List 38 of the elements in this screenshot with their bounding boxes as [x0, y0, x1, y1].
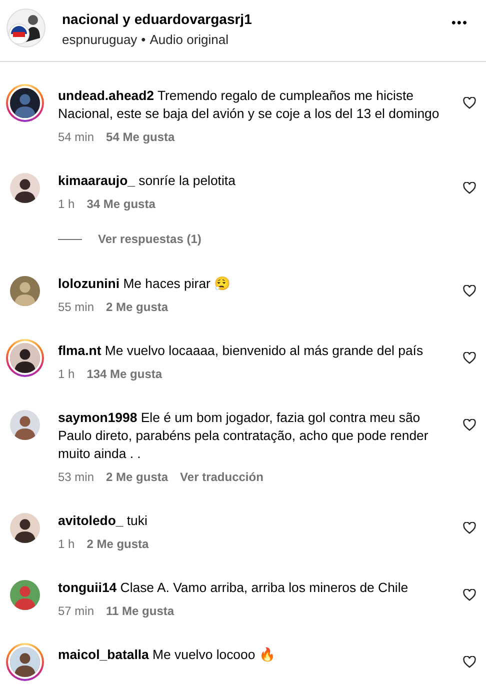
translate-link[interactable]: Ver traducción [180, 469, 264, 485]
likes-count[interactable]: 2 Me gusta [86, 536, 149, 552]
likes-count[interactable]: 54 Me gusta [106, 129, 175, 145]
likes-count[interactable]: 134 Me gusta [86, 366, 162, 382]
author-link[interactable]: espnuruguay [62, 31, 138, 49]
comment-time: 55 min [58, 299, 94, 315]
like-heart-icon[interactable] [463, 352, 476, 364]
like-heart-icon[interactable] [463, 589, 476, 602]
comment-time: 1 h [58, 196, 75, 212]
comment-time: 54 min [58, 129, 94, 145]
comment-time: 57 min [58, 603, 94, 619]
like-heart-icon[interactable] [463, 182, 476, 194]
comment-text: lolozunini Me haces pirar 😮‍💨 [58, 275, 232, 293]
more-options-button[interactable]: ••• [445, 16, 474, 29]
like-heart-icon[interactable] [463, 419, 476, 432]
like-heart-icon[interactable] [463, 522, 476, 534]
likes-count[interactable]: 2 Me gusta [106, 469, 168, 485]
comment-text: kimaaraujo_ sonríe la pelotita [58, 172, 236, 190]
comment-text: tonguii14 Clase A. Vamo arriba, arriba los mineros de Chile [58, 579, 410, 597]
like-heart-icon[interactable] [463, 97, 476, 110]
view-replies-button[interactable]: Ver respuestas (1) [98, 230, 202, 248]
comment-time: 1 h [58, 536, 75, 552]
likes-count[interactable]: 2 Me gusta [106, 299, 168, 315]
likes-count[interactable]: 11 Me gusta [106, 603, 174, 619]
like-heart-icon[interactable] [463, 285, 476, 298]
comment-text: avitoledo_ tuki [58, 512, 148, 530]
avatar[interactable] [6, 8, 46, 48]
comment-text: maicol_batalla Me vuelvo locooo 🔥 [58, 646, 276, 664]
likes-count[interactable]: 34 Me gusta [86, 196, 156, 212]
comment-time: 53 min [58, 469, 94, 485]
like-heart-icon[interactable] [463, 656, 476, 668]
comment-text: flma.nt Me vuelvo locaaaa, bienvenido al más grande del país [58, 342, 424, 360]
comment-text: undead.ahead2 Tremendo regalo de cumpleaños me hiciste Nacional, este se baja del avión y se coje a los del 13 el domingo [58, 87, 440, 123]
post-title[interactable]: nacional y eduardovargasrj1 [62, 9, 430, 29]
comment-text: saymon1998 Ele é um bom jogador, fazia gol contra meu são Paulo direto, parabéns pela contratação, acho que pode render muito ainda . . [58, 409, 430, 463]
separator-dot: • [141, 31, 146, 49]
audio-link[interactable]: Audio original [150, 31, 229, 49]
comment-time: 1 h [58, 366, 75, 382]
